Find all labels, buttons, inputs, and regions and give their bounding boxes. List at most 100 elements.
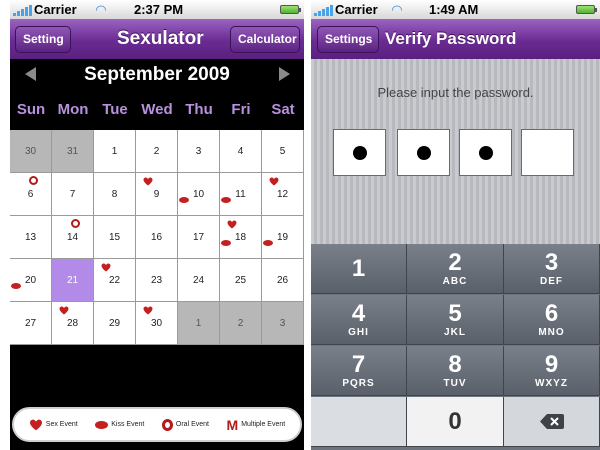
setting-button[interactable]: Setting xyxy=(15,26,71,53)
calendar-day-cell[interactable]: 28 xyxy=(52,302,94,345)
heart-icon xyxy=(269,177,279,186)
o-ring-icon xyxy=(71,219,80,228)
calendar-day-cell[interactable]: 4 xyxy=(220,130,262,173)
day-number: 12 xyxy=(276,189,289,200)
digit-key-5[interactable]: 5 JKL xyxy=(407,295,504,345)
day-number: 29 xyxy=(108,318,121,329)
app-title: Sexulator xyxy=(117,28,204,49)
heart-icon xyxy=(29,419,42,430)
day-number: 24 xyxy=(192,275,205,286)
legend-kiss-event: Kiss Event xyxy=(95,420,145,429)
calendar-day-cell[interactable]: 6 xyxy=(10,173,52,216)
password-dot xyxy=(479,146,493,160)
calendar-day-cell[interactable]: 16 xyxy=(136,216,178,259)
calendar-day-cell[interactable]: 19 xyxy=(262,216,304,259)
calendar-day-cell[interactable]: 7 xyxy=(52,173,94,216)
day-number: 17 xyxy=(192,232,205,243)
calendar-day-cell[interactable]: 14 xyxy=(52,216,94,259)
calendar-day-cell[interactable]: 24 xyxy=(178,259,220,302)
calendar-day-cell[interactable]: 18 xyxy=(220,216,262,259)
key-letters: PQRS xyxy=(342,378,375,389)
day-number: 28 xyxy=(66,318,79,329)
calendar-day-cell[interactable]: 3 xyxy=(178,130,220,173)
legend-oral-event: Oral Event xyxy=(161,418,209,431)
digit-key-6[interactable]: 6 MNO xyxy=(504,295,600,345)
digit-key-8[interactable]: 8 TUV xyxy=(407,346,504,396)
day-number: 31 xyxy=(66,146,79,157)
digit-key-4[interactable]: 4 GHI xyxy=(311,295,407,345)
month-title: September 2009 xyxy=(84,64,230,85)
battery-icon xyxy=(576,5,597,14)
digit-key-9[interactable]: 9 WXYZ xyxy=(504,346,600,396)
settings-back-button[interactable]: Settings xyxy=(317,26,379,53)
month-header: September 2009 xyxy=(10,59,304,91)
key-digit: 7 xyxy=(351,351,366,378)
calendar-day-cell[interactable]: 27 xyxy=(10,302,52,345)
calendar-day-cell[interactable]: 15 xyxy=(94,216,136,259)
calendar-day-cell[interactable]: 3 xyxy=(262,302,304,345)
digit-key-1[interactable]: 1 xyxy=(311,244,407,294)
calendar-day-cell[interactable]: 1 xyxy=(178,302,220,345)
key-digit: 6 xyxy=(544,300,559,327)
lips-icon xyxy=(95,420,109,429)
calendar-day-cell[interactable]: 31 xyxy=(52,130,94,173)
calendar-day-cell[interactable]: 17 xyxy=(178,216,220,259)
day-number: 23 xyxy=(150,275,163,286)
day-number: 8 xyxy=(111,189,118,200)
blank-key xyxy=(311,397,407,447)
calculator-button[interactable]: Calculator xyxy=(230,26,300,53)
key-letters: ABC xyxy=(442,276,468,287)
day-number: 30 xyxy=(24,146,37,157)
heart-icon xyxy=(143,306,153,315)
day-number: 27 xyxy=(24,318,37,329)
digit-key-0[interactable]: 0 xyxy=(407,397,504,447)
day-number: 3 xyxy=(195,146,202,157)
calendar-day-cell[interactable]: 11 xyxy=(220,173,262,216)
calendar-day-cell[interactable]: 26 xyxy=(262,259,304,302)
day-number: 30 xyxy=(150,318,163,329)
calendar-day-cell[interactable]: 2 xyxy=(220,302,262,345)
delete-key[interactable] xyxy=(504,397,600,447)
day-number: 5 xyxy=(279,146,286,157)
wifi-icon: ◠ xyxy=(392,2,402,17)
calendar-day-cell[interactable]: 29 xyxy=(94,302,136,345)
digit-key-2[interactable]: 2 ABC xyxy=(407,244,504,294)
calendar-day-cell[interactable]: 5 xyxy=(262,130,304,173)
key-digit: 1 xyxy=(351,255,366,282)
password-prompt: Please input the password. xyxy=(377,85,534,100)
calendar-day-cell[interactable]: 30 xyxy=(10,130,52,173)
calendar-day-cell[interactable]: 20 xyxy=(10,259,52,302)
next-month-arrow-icon[interactable] xyxy=(279,67,290,81)
calendar-day-cell[interactable]: 9 xyxy=(136,173,178,216)
password-digit-box xyxy=(459,129,512,176)
weekday-header: Sun Mon Tue Wed Thu Fri Sat xyxy=(10,101,304,129)
event-legend: Sex Event Kiss Event Oral Event M Multip… xyxy=(12,407,302,442)
o-ring-icon xyxy=(161,418,173,431)
lips-icon xyxy=(221,197,231,203)
key-digit: 9 xyxy=(544,351,559,378)
legend-label: Multiple Event xyxy=(241,421,286,428)
heart-icon xyxy=(59,306,69,315)
legend-label: Kiss Event xyxy=(111,421,145,428)
calendar-day-cell[interactable]: 22 xyxy=(94,259,136,302)
calendar-day-cell[interactable]: 23 xyxy=(136,259,178,302)
calendar-day-cell[interactable]: 10 xyxy=(178,173,220,216)
digit-key-7[interactable]: 7 PQRS xyxy=(311,346,407,396)
carrier-label: Carrier xyxy=(34,2,77,17)
calendar-day-cell[interactable]: 21 xyxy=(52,259,94,302)
day-number: 16 xyxy=(150,232,163,243)
calendar-day-cell[interactable]: 1 xyxy=(94,130,136,173)
heart-icon xyxy=(143,177,153,186)
battery-icon xyxy=(280,5,301,14)
calendar-day-cell[interactable]: 8 xyxy=(94,173,136,216)
calendar-day-cell[interactable]: 2 xyxy=(136,130,178,173)
weekday-label: Thu xyxy=(185,101,213,118)
day-number: 4 xyxy=(237,146,244,157)
lips-icon xyxy=(11,283,21,289)
calendar-day-cell[interactable]: 13 xyxy=(10,216,52,259)
calendar-day-cell[interactable]: 12 xyxy=(262,173,304,216)
calendar-day-cell[interactable]: 25 xyxy=(220,259,262,302)
day-number: 2 xyxy=(237,318,244,329)
calendar-day-cell[interactable]: 30 xyxy=(136,302,178,345)
digit-key-3[interactable]: 3 DEF xyxy=(504,244,600,294)
